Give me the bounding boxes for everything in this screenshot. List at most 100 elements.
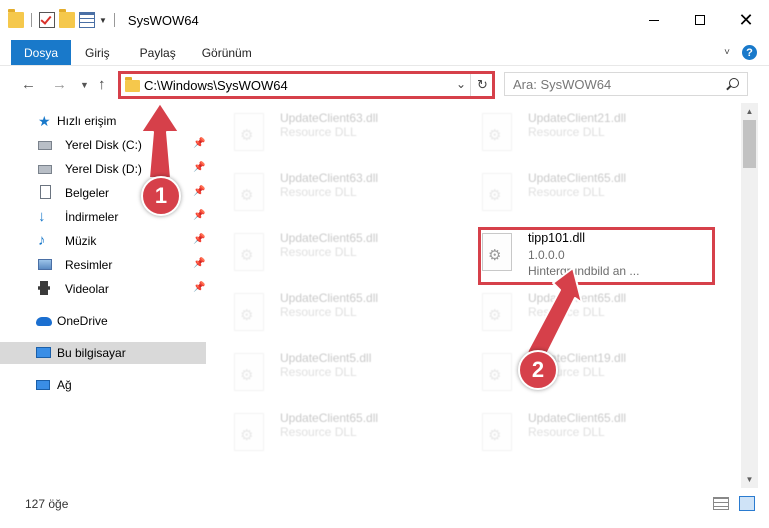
tab-share[interactable]: Paylaş	[124, 40, 190, 65]
window-title: SysWOW64	[127, 12, 199, 28]
large-icons-view-icon[interactable]	[739, 496, 755, 511]
minimize-button[interactable]	[631, 0, 677, 40]
drive-icon	[38, 137, 54, 153]
maximize-icon	[695, 15, 705, 25]
scroll-down-arrow-icon[interactable]: ▼	[741, 471, 758, 488]
file-item[interactable]: UpdateClient65.dll Resource DLL	[208, 223, 448, 279]
expand-ribbon-chevron-icon[interactable]: ˅	[724, 47, 730, 58]
file-description: Resource DLL	[280, 125, 357, 139]
file-item[interactable]: UpdateClient21.dll Resource DLL	[456, 103, 696, 159]
maximize-button[interactable]	[677, 0, 723, 40]
window-controls: ✕	[631, 0, 769, 40]
file-item[interactable]: UpdateClient63.dll Resource DLL	[208, 163, 448, 219]
folder-icon	[8, 9, 24, 28]
pin-icon[interactable]: 📌	[193, 282, 205, 293]
pin-icon[interactable]: 📌	[193, 234, 205, 245]
pin-icon[interactable]: 📌	[193, 138, 205, 149]
nav-item-videos[interactable]: Videolar 📌	[0, 278, 206, 300]
star-icon: ★	[38, 113, 51, 129]
vertical-scrollbar[interactable]: ▲ ▼	[741, 103, 758, 488]
pin-icon[interactable]: 📌	[193, 210, 205, 221]
file-description: Resource DLL	[528, 125, 605, 139]
dll-file-icon	[482, 173, 512, 211]
nav-label: OneDrive	[57, 314, 108, 328]
search-placeholder: Ara: SysWOW64	[513, 77, 612, 92]
new-folder-icon[interactable]	[59, 9, 75, 28]
separator	[113, 13, 115, 27]
item-count: 127 öğe	[25, 497, 69, 511]
title-bar: ▼ SysWOW64 ✕	[0, 0, 769, 40]
properties-check-icon[interactable]	[39, 12, 55, 28]
step-1-badge: 1	[141, 176, 181, 216]
file-item[interactable]: UpdateClient65.dll Resource DLL	[456, 403, 696, 459]
videos-icon	[38, 281, 54, 297]
file-description: Resource DLL	[280, 185, 357, 199]
file-name: UpdateClient5.dll	[280, 351, 372, 365]
nav-label: Belgeler	[65, 186, 110, 200]
forward-arrow-icon[interactable]: →	[52, 76, 67, 93]
tab-view[interactable]: Görünüm	[190, 40, 266, 65]
nav-item-music[interactable]: ♪ Müzik 📌	[0, 230, 206, 252]
recent-locations-chevron-icon[interactable]: ▼	[80, 80, 89, 90]
scrollbar-thumb[interactable]	[743, 120, 756, 168]
file-item[interactable]: UpdateClient65.dll Resource DLL	[456, 163, 696, 219]
file-name: UpdateClient65.dll	[280, 291, 379, 305]
dll-file-icon	[234, 413, 264, 451]
nav-item-pictures[interactable]: Resimler 📌	[0, 254, 206, 276]
nav-item-this-pc[interactable]: Bu bilgisayar	[0, 342, 206, 364]
ribbon-tabs: Dosya Giriş Paylaş Görünüm ˅ ?	[0, 40, 769, 65]
close-button[interactable]: ✕	[723, 0, 769, 40]
separator	[31, 13, 32, 27]
file-name: UpdateClient65.dll	[528, 291, 627, 305]
address-annotation-box	[118, 71, 495, 99]
file-list: UpdateClient63.dll Resource DLL UpdateCl…	[208, 103, 741, 488]
nav-quick-access[interactable]: ★ Hızlı erişim	[0, 110, 206, 132]
file-description: Resource DLL	[280, 365, 357, 379]
file-item[interactable]: UpdateClient5.dll Resource DLL	[208, 343, 448, 399]
file-name: UpdateClient63.dll	[280, 111, 379, 125]
nav-item-drive-c[interactable]: Yerel Disk (C:) 📌	[0, 134, 206, 156]
file-description: Resource DLL	[528, 305, 605, 319]
properties-list-icon[interactable]	[79, 12, 95, 28]
nav-item-network[interactable]: Ağ	[0, 374, 206, 396]
file-item[interactable]: UpdateClient65.dll Resource DLL	[208, 283, 448, 339]
nav-item-onedrive[interactable]: OneDrive	[0, 310, 206, 332]
pin-icon[interactable]: 📌	[193, 258, 205, 269]
nav-label: Müzik	[65, 234, 97, 248]
file-annotation-box	[478, 227, 715, 285]
search-icon[interactable]	[729, 78, 739, 88]
up-arrow-icon[interactable]: ↑	[98, 76, 106, 93]
computer-icon	[36, 345, 52, 361]
scroll-up-arrow-icon[interactable]: ▲	[741, 103, 758, 120]
details-view-icon[interactable]	[713, 497, 729, 510]
pin-icon[interactable]: 📌	[193, 162, 205, 173]
nav-label: Yerel Disk (D:)	[65, 162, 142, 176]
nav-item-drive-d[interactable]: Yerel Disk (D:) 📌	[0, 158, 206, 180]
status-bar: 127 öğe	[0, 488, 769, 528]
file-item[interactable]: UpdateClient19.dll Resource DLL	[456, 343, 696, 399]
file-name: UpdateClient65.dll	[280, 411, 379, 425]
music-icon: ♪	[38, 232, 46, 249]
pin-icon[interactable]: 📌	[193, 186, 205, 197]
downloads-icon: ↓	[38, 208, 46, 225]
pictures-icon	[38, 257, 54, 273]
customize-toolbar-dropdown-icon[interactable]: ▼	[99, 16, 107, 25]
dll-file-icon	[234, 113, 264, 151]
file-description: Resource DLL	[528, 185, 605, 199]
tab-file[interactable]: Dosya	[11, 40, 71, 65]
network-icon	[36, 377, 52, 393]
file-item[interactable]: UpdateClient63.dll Resource DLL	[208, 103, 448, 159]
search-box[interactable]: Ara: SysWOW64	[504, 72, 748, 96]
nav-label: Ağ	[57, 378, 72, 392]
file-item[interactable]: UpdateClient65.dll Resource DLL	[208, 403, 448, 459]
help-icon[interactable]: ?	[742, 45, 757, 60]
dll-file-icon	[234, 353, 264, 391]
file-description: Resource DLL	[280, 305, 357, 319]
tab-home[interactable]: Giriş	[71, 40, 124, 65]
file-description: Resource DLL	[280, 425, 357, 439]
documents-icon	[38, 185, 54, 201]
back-arrow-icon[interactable]: ←	[21, 76, 36, 93]
dll-file-icon	[482, 293, 512, 331]
file-name: UpdateClient65.dll	[528, 411, 627, 425]
file-item[interactable]: UpdateClient65.dll Resource DLL	[456, 283, 696, 339]
